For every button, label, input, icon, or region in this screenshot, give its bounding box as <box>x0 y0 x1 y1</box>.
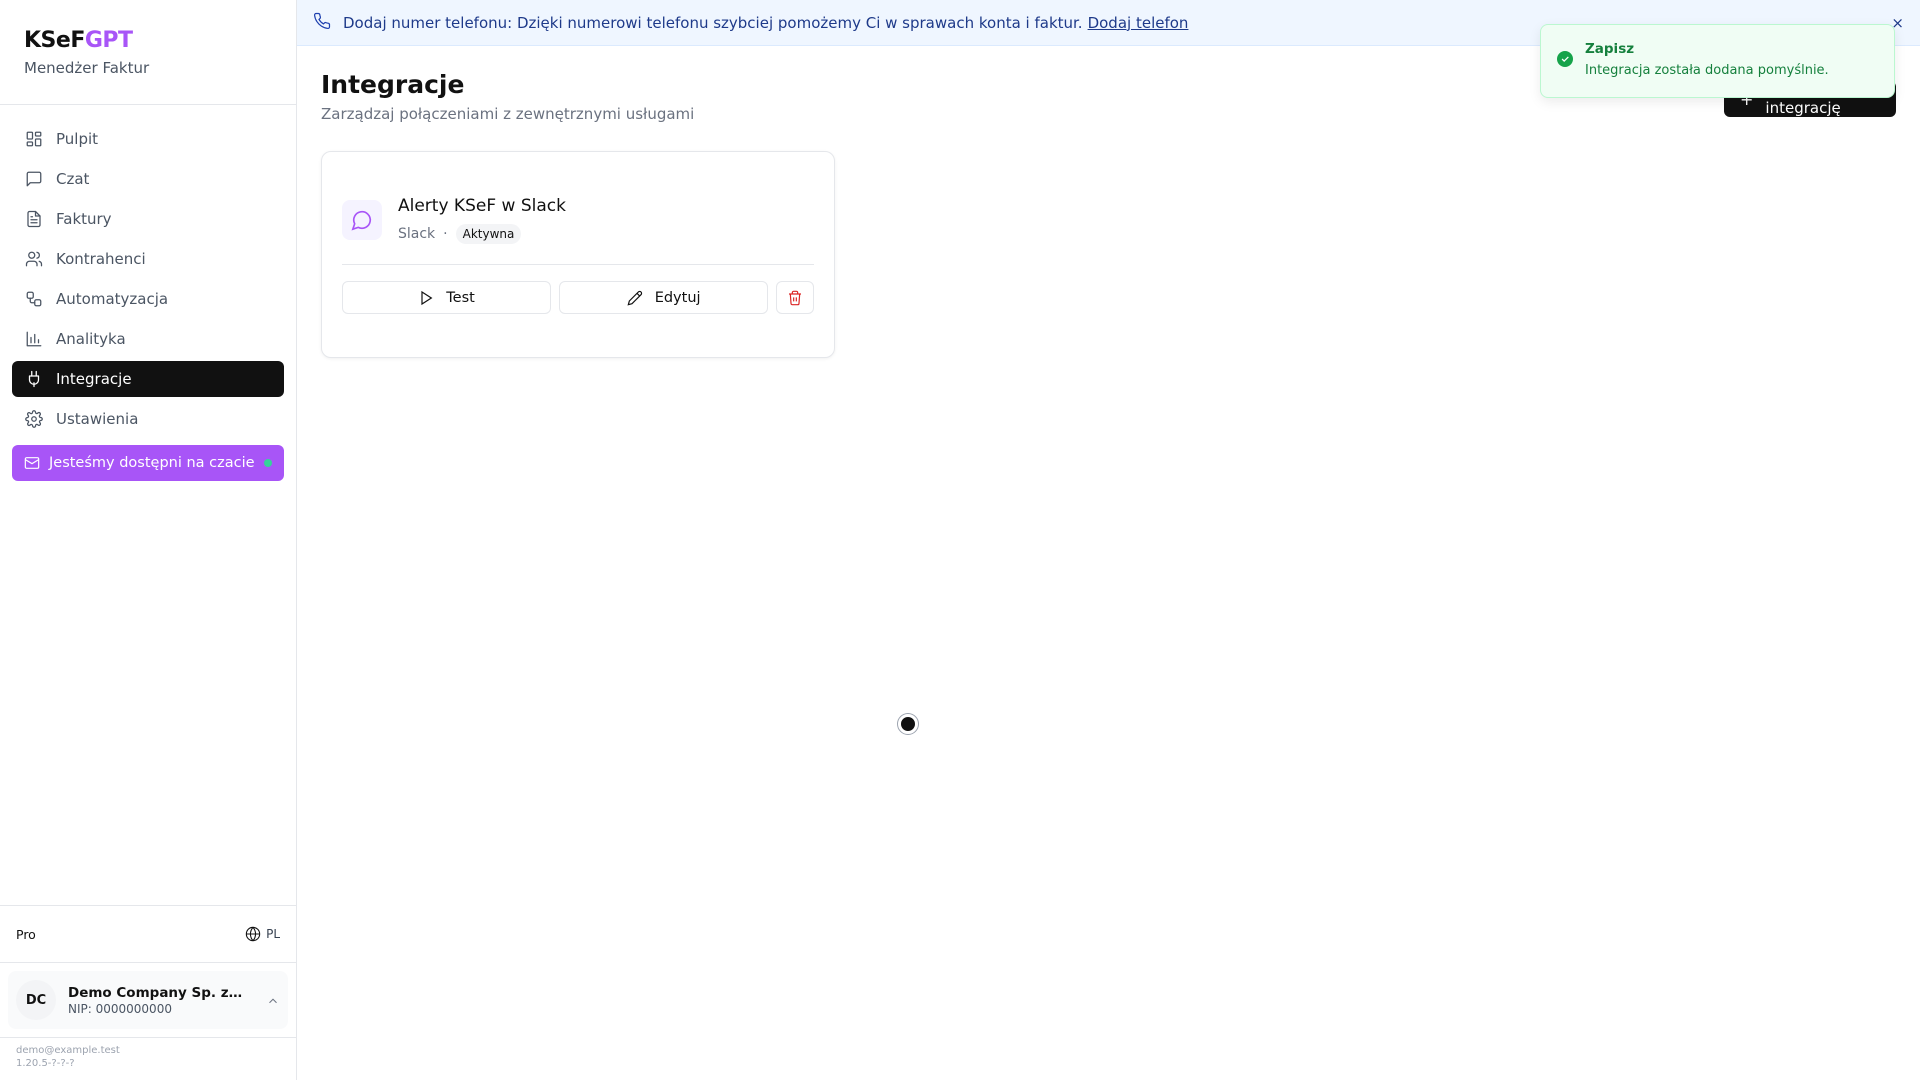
globe-icon <box>245 926 261 942</box>
add-phone-link[interactable]: Dodaj telefon <box>1088 14 1189 32</box>
toast-content: Zapisz Integracja została dodana pomyśln… <box>1585 41 1829 97</box>
sidebar-item-label: Faktury <box>56 210 112 228</box>
test-button[interactable]: Test <box>342 281 552 314</box>
sidebar-item-automatyzacja[interactable]: Automatyzacja <box>12 281 284 317</box>
company-nip: NIP: 0000000000 <box>68 1001 172 1016</box>
file-icon <box>25 210 43 228</box>
sidebar-item-label: Ustawienia <box>56 410 139 428</box>
sidebar-item-label: Analityka <box>56 330 126 348</box>
mail-icon <box>24 455 40 471</box>
avatar: DC <box>16 980 56 1020</box>
sidebar-item-integracje[interactable]: Integracje <box>12 361 284 397</box>
phone-icon <box>313 12 343 34</box>
company-switcher[interactable]: DC Demo Company Sp. z o.o. NIP: 00000000… <box>8 971 288 1029</box>
sidebar-nav: Pulpit Czat Faktury Kontrahenci Automaty… <box>0 105 296 437</box>
chevron-up-icon <box>266 993 280 1007</box>
chat-cta-label: Jesteśmy dostępni na czacie <box>49 455 255 471</box>
page-header: Integracje Zarządzaj połączeniami z zewn… <box>321 70 694 123</box>
app-subtitle: Menedżer Faktur <box>24 59 150 77</box>
check-circle-icon <box>1557 51 1573 67</box>
edit-button[interactable]: Edytuj <box>559 281 769 314</box>
app-version: 1.20.5-?-?-? <box>16 1058 75 1069</box>
company-switcher-wrap: DC Demo Company Sp. z o.o. NIP: 00000000… <box>0 962 296 1037</box>
trash-icon <box>789 290 802 305</box>
dashboard-icon <box>25 130 43 148</box>
sidebar-item-label: Czat <box>56 170 90 188</box>
sidebar-item-label: Automatyzacja <box>56 290 169 308</box>
integration-service: Slack <box>398 226 436 242</box>
integration-info: Alerty KSeF w Slack Slack · Aktywna <box>398 196 566 244</box>
account-info: demo@example.test 1.20.5-?-?-? <box>0 1037 296 1080</box>
toast-message: Integracja została dodana pomyślnie. <box>1585 63 1829 78</box>
user-email: demo@example.test <box>16 1045 120 1056</box>
chart-icon <box>25 330 43 348</box>
sidebar-item-ustawienia[interactable]: Ustawienia <box>12 401 284 437</box>
pencil-icon <box>627 290 642 306</box>
integration-card: Alerty KSeF w Slack Slack · Aktywna Test… <box>321 151 835 358</box>
app-logo[interactable]: KSeFGPT <box>24 28 272 53</box>
plan-label: Pro <box>16 926 36 942</box>
sidebar-item-kontrahenci[interactable]: Kontrahenci <box>12 241 284 277</box>
page-subtitle: Zarządzaj połączeniami z zewnętrznymi us… <box>321 105 695 123</box>
sidebar: KSeFGPT Menedżer Faktur Pulpit Czat Fakt… <box>0 0 297 1080</box>
message-circle-icon <box>342 200 382 240</box>
plan-row: Pro PL <box>0 905 296 962</box>
sidebar-item-label: Kontrahenci <box>56 250 146 268</box>
gear-icon <box>25 410 43 428</box>
users-icon <box>25 250 43 268</box>
chat-available-button[interactable]: Jesteśmy dostępni na czacie <box>12 445 284 481</box>
sidebar-item-label: Pulpit <box>56 130 99 148</box>
language-label: PL <box>266 927 280 941</box>
status-badge: Aktywna <box>455 224 522 244</box>
workflow-icon <box>25 290 43 308</box>
company-name: Demo Company Sp. z o.o. <box>68 984 243 1001</box>
integration-actions: Test Edytuj <box>322 265 834 314</box>
sidebar-footer: Pro PL DC Demo Company Sp. z o.o. NIP: 0… <box>0 905 296 1080</box>
integration-meta: Slack · Aktywna <box>398 224 566 244</box>
integration-title: Alerty KSeF w Slack <box>398 196 566 216</box>
edit-label: Edytuj <box>654 289 701 306</box>
test-label: Test <box>446 289 475 306</box>
language-switcher[interactable]: PL <box>245 926 280 942</box>
mouse-cursor <box>898 714 918 734</box>
sidebar-item-pulpit[interactable]: Pulpit <box>12 121 284 157</box>
play-icon <box>421 290 433 305</box>
sidebar-item-label: Integracje <box>56 370 132 388</box>
sidebar-item-faktury[interactable]: Faktury <box>12 201 284 237</box>
brand: KSeFGPT Menedżer Faktur <box>0 0 296 105</box>
sidebar-item-analityka[interactable]: Analityka <box>12 321 284 357</box>
chat-icon <box>25 170 43 188</box>
plug-icon <box>25 370 43 388</box>
meta-separator: · <box>443 226 448 242</box>
delete-button[interactable] <box>776 281 814 314</box>
company-info: Demo Company Sp. z o.o. NIP: 0000000000 <box>68 985 243 1016</box>
toast-title: Zapisz <box>1585 41 1635 57</box>
page-title: Integracje <box>321 70 465 99</box>
integration-card-header: Alerty KSeF w Slack Slack · Aktywna <box>322 152 834 244</box>
success-toast: Zapisz Integracja została dodana pomyśln… <box>1540 24 1895 98</box>
banner-text: Dodaj numer telefonu: Dzięki numerowi te… <box>343 13 1083 32</box>
online-status-dot <box>264 459 272 467</box>
sidebar-item-czat[interactable]: Czat <box>12 161 284 197</box>
